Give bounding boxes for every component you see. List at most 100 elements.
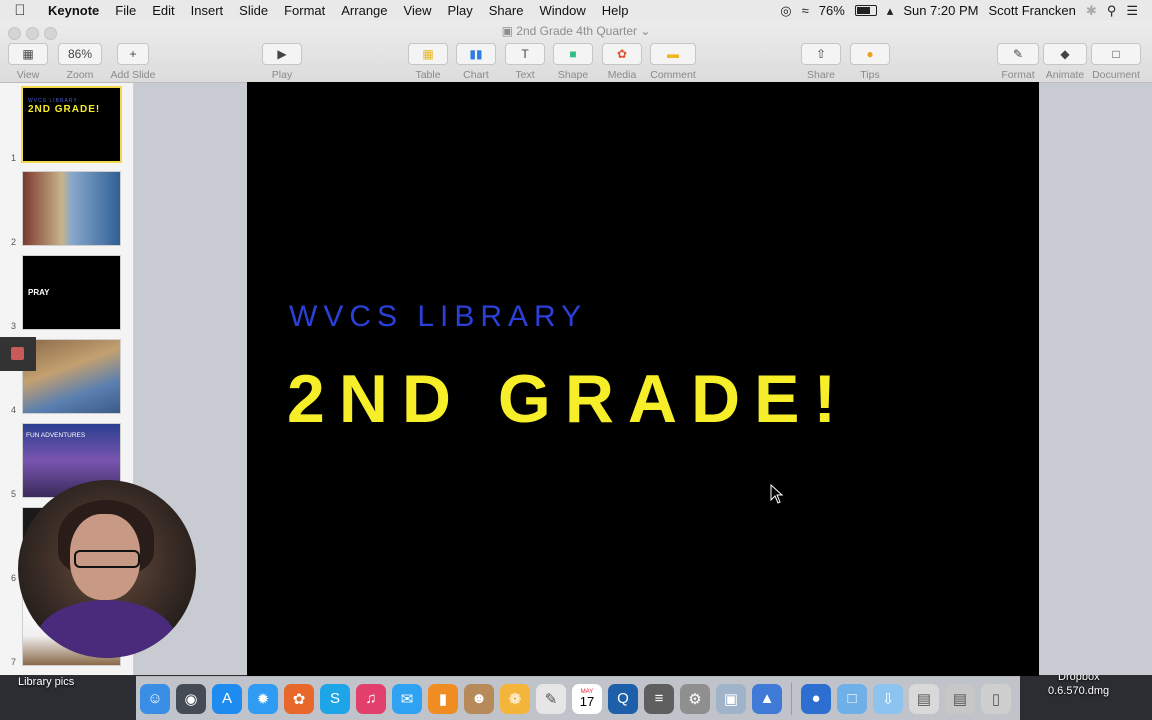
comment-button[interactable]: ▬ Comment — [650, 43, 696, 81]
slide-number: 5 — [11, 489, 17, 499]
slide-number: 7 — [11, 657, 17, 667]
textedit-icon[interactable]: ✎ — [536, 683, 566, 714]
globe-icon[interactable]: ● — [801, 683, 831, 714]
app-store-icon[interactable]: A — [212, 683, 242, 714]
media-button[interactable]: ✿ Media — [602, 43, 642, 81]
thumb-title: FUN ADVENTURES — [26, 432, 86, 439]
firefox-icon[interactable]: ✿ — [284, 683, 314, 714]
mouse-pointer-icon — [770, 484, 784, 504]
document-button[interactable]: □ Document — [1091, 43, 1141, 81]
slide-title[interactable]: 2ND GRADE! — [287, 360, 850, 438]
menu-window[interactable]: Window — [531, 3, 593, 18]
dock-separator — [791, 682, 792, 715]
media-photos-icon: ✿ — [602, 43, 642, 65]
menubar-user[interactable]: Scott Francken — [988, 3, 1075, 18]
battery-icon[interactable] — [854, 5, 877, 16]
menu-slide[interactable]: Slide — [231, 3, 276, 18]
play-button[interactable]: ▶ Play — [262, 43, 302, 81]
tips-button[interactable]: ● Tips — [850, 43, 890, 81]
bluetooth-icon[interactable]: ✱ — [1086, 3, 1097, 19]
shape-button[interactable]: ■ Shape — [553, 43, 593, 81]
menu-app[interactable]: Keynote — [40, 3, 107, 18]
plus-icon: + — [117, 43, 149, 65]
notification-center-icon[interactable]: ☰ — [1126, 3, 1138, 19]
text-button[interactable]: T Text — [505, 43, 545, 81]
folder-icon[interactable]: □ — [837, 683, 867, 714]
menu-insert[interactable]: Insert — [183, 3, 232, 18]
wifi-icon[interactable]: ≈ — [802, 3, 809, 18]
format-button[interactable]: ✎ Format — [997, 43, 1039, 81]
calculator-icon[interactable]: ≡ — [644, 683, 674, 714]
slide-thumbnail-3[interactable]: PRAY — [23, 256, 120, 329]
document-stack-icon[interactable]: ▤ — [909, 683, 939, 714]
downloads-icon[interactable]: ⇩ — [873, 683, 903, 714]
messages-icon[interactable]: ✉ — [392, 683, 422, 714]
share-icon: ⇧ — [801, 43, 841, 65]
finder-icon[interactable]: ☺ — [140, 683, 170, 714]
shape-icon: ■ — [553, 43, 593, 65]
webcam-person-glasses — [74, 550, 140, 568]
keynote-document-icon: ▣ — [501, 24, 513, 38]
desktop-folder-label[interactable]: Library pics — [18, 676, 74, 688]
trash-icon[interactable]: ▯ — [981, 683, 1011, 714]
spotlight-search-icon[interactable]: ⚲ — [1107, 3, 1117, 19]
keynote-toolbar: ▣ 2nd Grade 4th Quarter ⌄ ▦ View 86% Zoo… — [0, 21, 1152, 83]
safari-icon[interactable]: ✹ — [248, 683, 278, 714]
menu-edit[interactable]: Edit — [144, 3, 182, 18]
view-button[interactable]: ▦ View — [8, 43, 48, 81]
paintbrush-icon: ✎ — [997, 43, 1039, 65]
menu-view[interactable]: View — [396, 3, 440, 18]
record-stop-icon — [11, 347, 24, 360]
menu-share[interactable]: Share — [481, 3, 532, 18]
thumb-title: PRAY — [28, 288, 50, 297]
document-title[interactable]: ▣ 2nd Grade 4th Quarter ⌄ — [0, 24, 1152, 38]
creative-cloud-icon[interactable]: ◎ — [780, 3, 791, 19]
apple-menu-icon[interactable]:  — [0, 2, 40, 19]
chart-button[interactable]: ▮▮ Chart — [456, 43, 496, 81]
slide-subtitle[interactable]: WVCS LIBRARY — [289, 300, 587, 334]
launchpad-icon[interactable]: ◉ — [176, 683, 206, 714]
slide-thumbnail-4[interactable] — [23, 340, 120, 413]
webcam-person-shirt — [36, 600, 176, 658]
photos-icon[interactable]: ❁ — [500, 683, 530, 714]
sidebar-icon: ▦ — [8, 43, 48, 65]
menubar-clock[interactable]: Sun 7:20 PM — [903, 3, 978, 18]
current-slide[interactable]: WVCS LIBRARY 2ND GRADE! — [247, 82, 1039, 676]
quicktime-icon[interactable]: Q — [608, 683, 638, 714]
screen-recording-indicator[interactable] — [0, 337, 36, 371]
desktop-file-label-line2[interactable]: 0.6.570.dmg — [1048, 685, 1109, 697]
preview-icon[interactable]: ▣ — [716, 683, 746, 714]
slide-number: 1 — [11, 153, 17, 163]
ibooks-icon[interactable]: ▮ — [428, 683, 458, 714]
menu-file[interactable]: File — [107, 3, 144, 18]
table-button[interactable]: ▦ Table — [408, 43, 448, 81]
animate-button[interactable]: ◆ Animate — [1043, 43, 1087, 81]
text-icon: T — [505, 43, 545, 65]
play-icon: ▶ — [262, 43, 302, 65]
menubar:  Keynote File Edit Insert Slide Format … — [0, 0, 1152, 21]
slide-number: 3 — [11, 321, 17, 331]
menu-arrange[interactable]: Arrange — [333, 3, 395, 18]
chart-icon: ▮▮ — [456, 43, 496, 65]
battery-percent[interactable]: 76% — [819, 3, 845, 18]
volume-icon[interactable]: ▴ — [887, 3, 894, 19]
keynote-icon[interactable]: ▲ — [752, 683, 782, 714]
menu-format[interactable]: Format — [276, 3, 333, 18]
menu-help[interactable]: Help — [594, 3, 637, 18]
table-icon: ▦ — [408, 43, 448, 65]
slide-thumbnail-1[interactable]: WVCS LIBRARY 2ND GRADE! — [23, 88, 120, 161]
zoom-value[interactable]: 86% — [58, 43, 102, 65]
zoom-control[interactable]: 86% Zoom — [58, 43, 102, 81]
calendar-icon[interactable]: MAY 17 — [572, 683, 602, 714]
slide-number: 6 — [11, 573, 17, 583]
contacts-icon[interactable]: ☻ — [464, 683, 494, 714]
menu-play[interactable]: Play — [439, 3, 480, 18]
skype-icon[interactable]: S — [320, 683, 350, 714]
menubar-status-area: ◎ ≈ 76% ▴ Sun 7:20 PM Scott Francken ✱ ⚲… — [780, 0, 1152, 21]
add-slide-button[interactable]: + Add Slide — [110, 43, 156, 81]
slide-thumbnail-2[interactable] — [23, 172, 120, 245]
itunes-icon[interactable]: ♫ — [356, 683, 386, 714]
screenshot-stack-icon[interactable]: ▤ — [945, 683, 975, 714]
share-button[interactable]: ⇧ Share — [801, 43, 841, 81]
system-preferences-icon[interactable]: ⚙ — [680, 683, 710, 714]
